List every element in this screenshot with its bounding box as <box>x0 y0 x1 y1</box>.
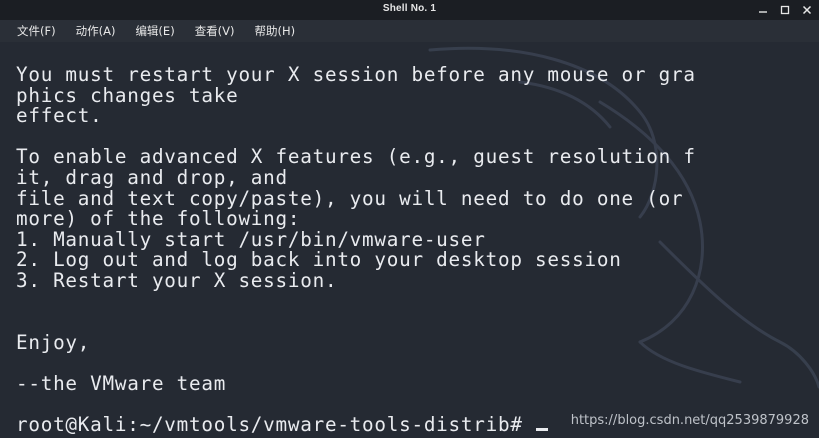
terminal-output: You must restart your X session before a… <box>16 63 696 437</box>
terminal-prompt: root@Kali:~/vmtools/vmware-tools-distrib… <box>16 413 536 437</box>
terminal-line: To enable advanced X features (e.g., gue… <box>16 145 696 169</box>
title-bar[interactable]: Shell No. 1 <box>0 0 819 20</box>
terminal-area[interactable]: You must restart your X session before a… <box>0 42 819 438</box>
terminal-line: file and text copy/paste), you will need… <box>16 186 684 210</box>
watermark-url: https://blog.csdn.net/qq2539879928 <box>570 413 809 428</box>
terminal-line: Enjoy, <box>16 330 91 354</box>
close-icon[interactable] <box>801 3 813 17</box>
menu-file[interactable]: 文件(F) <box>17 23 56 39</box>
terminal-line: You must restart your X session before a… <box>16 63 696 86</box>
maximize-icon[interactable] <box>779 3 791 17</box>
minimize-icon[interactable] <box>757 3 769 17</box>
menu-bar: 文件(F) 动作(A) 编辑(E) 查看(V) 帮助(H) <box>0 20 819 42</box>
menu-action[interactable]: 动作(A) <box>76 23 116 39</box>
terminal-line: 1. Manually start /usr/bin/vmware-user <box>16 227 486 251</box>
window-controls <box>757 2 813 18</box>
menu-edit[interactable]: 编辑(E) <box>135 23 174 39</box>
terminal-line: more) of the following: <box>16 207 301 231</box>
terminal-line: phics changes take <box>16 83 239 107</box>
terminal-line: --the VMware team <box>16 371 227 395</box>
menu-view[interactable]: 查看(V) <box>195 23 235 39</box>
terminal-line: it, drag and drop, and <box>16 165 288 189</box>
terminal-window: Shell No. 1 文件(F) 动作(A) 编辑(E) 查看(V) 帮助(H… <box>0 0 819 438</box>
terminal-line: effect. <box>16 104 103 128</box>
window-title: Shell No. 1 <box>382 3 437 14</box>
terminal-line: 3. Restart your X session. <box>16 268 338 292</box>
text-cursor <box>536 428 549 432</box>
menu-help[interactable]: 帮助(H) <box>255 23 296 39</box>
terminal-line: 2. Log out and log back into your deskto… <box>16 248 622 272</box>
